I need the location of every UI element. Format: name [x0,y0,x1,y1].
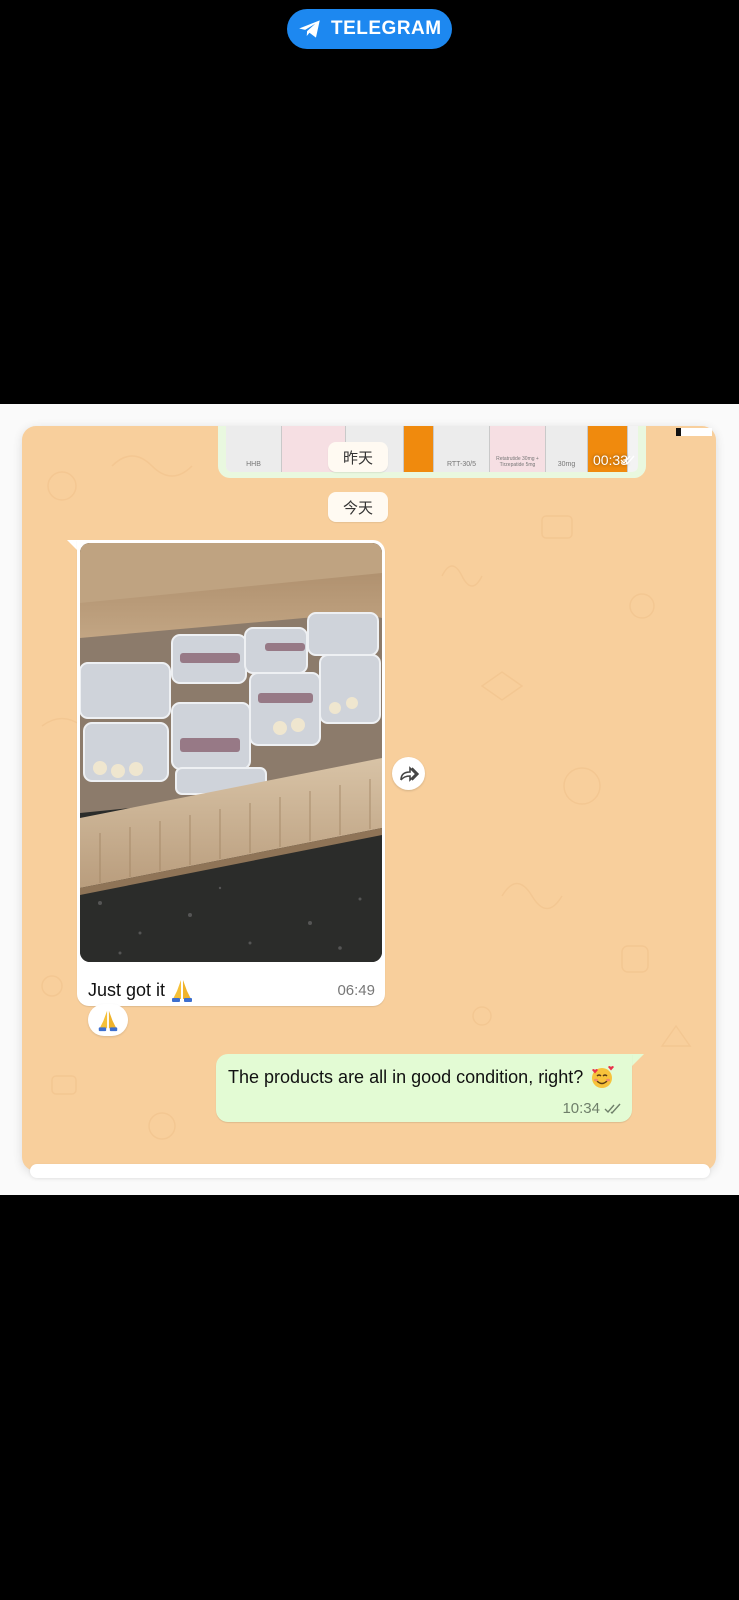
double-check-icon [620,455,635,466]
forward-icon [399,765,419,782]
chat-window: HHB RTT-30/5 Retatrutide 30mg + Tirzepat… [22,426,716,1171]
reaction-badge[interactable] [88,1004,128,1036]
folded-hands-emoji [98,1010,118,1032]
outgoing-text-row: The products are all in good condition, … [228,1064,620,1090]
outgoing-time: 10:34 [562,1100,600,1117]
incoming-photo-message[interactable]: Just got it 06:49 [77,540,385,1006]
incoming-time: 06:49 [337,982,375,999]
screenshot-panel: HHB RTT-30/5 Retatrutide 30mg + Tirzepat… [0,404,739,1195]
telegram-badge[interactable]: TELEGRAM [287,9,452,49]
previous-image: HHB RTT-30/5 Retatrutide 30mg + Tirzepat… [226,426,638,472]
date-separator-today: 今天 [328,492,389,522]
outgoing-text: The products are all in good condition, … [228,1066,584,1087]
outgoing-bubble-tail [632,1054,644,1066]
outgoing-meta: 10:34 [562,1100,622,1117]
smiling-face-with-hearts-emoji [592,1066,615,1088]
strip-label: Retatrutide 30mg + Tirzepatide 5mg [496,456,539,468]
photo-of-vial-boxes[interactable] [80,543,382,962]
paper-plane-icon [299,20,320,38]
date-separator-yesterday: 昨天 [328,442,389,472]
corner-tag [676,428,712,436]
incoming-caption-row: Just got it [88,977,195,1003]
strip-label: 30mg [557,461,576,468]
double-check-icon [604,1103,621,1114]
forward-button[interactable] [392,757,425,790]
previous-image-message[interactable]: HHB RTT-30/5 Retatrutide 30mg + Tirzepat… [218,426,646,478]
strip-label: HHB [246,461,261,468]
strip-label: RTT-30/5 [446,461,477,468]
chat-bottom-edge [30,1164,710,1178]
telegram-label: TELEGRAM [331,18,442,39]
incoming-caption: Just got it [88,979,166,1000]
folded-hands-emoji [172,980,193,1002]
outgoing-message[interactable]: The products are all in good condition, … [216,1054,632,1122]
